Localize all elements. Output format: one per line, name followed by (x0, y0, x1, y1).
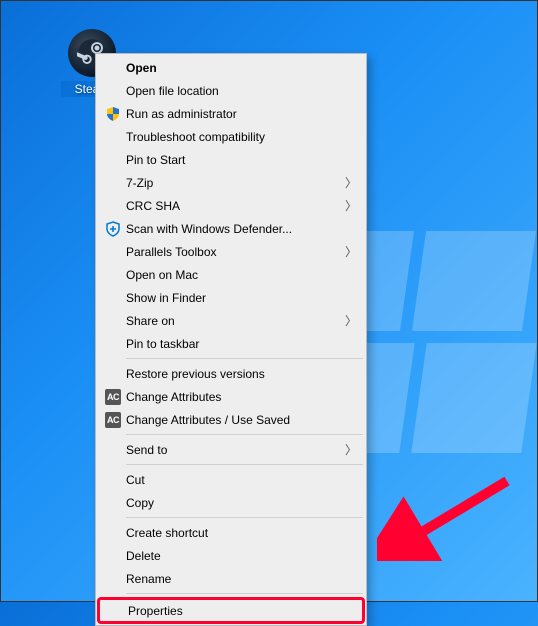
menu-open[interactable]: Open (98, 56, 364, 79)
menu-share-on-label: Share on (124, 314, 344, 328)
menu-share-on[interactable]: Share on 〉 (98, 309, 364, 332)
menu-parallels-label: Parallels Toolbox (124, 245, 344, 259)
menu-separator (126, 464, 363, 465)
menu-scan-defender[interactable]: Scan with Windows Defender... (98, 217, 364, 240)
chevron-right-icon: 〉 (344, 441, 358, 458)
menu-separator (126, 434, 363, 435)
menu-create-shortcut[interactable]: Create shortcut (98, 521, 364, 544)
menu-show-in-finder[interactable]: Show in Finder (98, 286, 364, 309)
menu-delete-label: Delete (124, 549, 358, 563)
context-menu: Open Open file location Run as administr… (95, 53, 367, 626)
menu-create-shortcut-label: Create shortcut (124, 526, 358, 540)
menu-run-admin-label: Run as administrator (124, 107, 358, 121)
chevron-right-icon: 〉 (344, 243, 358, 260)
menu-separator (126, 358, 363, 359)
menu-copy-label: Copy (124, 496, 358, 510)
uac-shield-icon (102, 106, 124, 122)
menu-change-attr-saved-label: Change Attributes / Use Saved (124, 413, 358, 427)
menu-defender-label: Scan with Windows Defender... (124, 222, 358, 236)
menu-troubleshoot-compatibility[interactable]: Troubleshoot compatibility (98, 125, 364, 148)
menu-troubleshoot-label: Troubleshoot compatibility (124, 130, 358, 144)
menu-separator (126, 517, 363, 518)
menu-run-as-administrator[interactable]: Run as administrator (98, 102, 364, 125)
chevron-right-icon: 〉 (344, 197, 358, 214)
menu-change-attr-label: Change Attributes (124, 390, 358, 404)
menu-rename-label: Rename (124, 572, 358, 586)
menu-open-mac-label: Open on Mac (124, 268, 358, 282)
menu-parallels-toolbox[interactable]: Parallels Toolbox 〉 (98, 240, 364, 263)
defender-icon (102, 221, 124, 237)
menu-copy[interactable]: Copy (98, 491, 364, 514)
menu-restore-versions-label: Restore previous versions (124, 367, 358, 381)
annotation-arrow (377, 471, 517, 561)
menu-open-file-location[interactable]: Open file location (98, 79, 364, 102)
menu-properties-label: Properties (126, 604, 356, 618)
menu-crc-sha[interactable]: CRC SHA 〉 (98, 194, 364, 217)
menu-change-attributes-use-saved[interactable]: AC Change Attributes / Use Saved (98, 408, 364, 431)
menu-pin-taskbar-label: Pin to taskbar (124, 337, 358, 351)
menu-separator (126, 593, 363, 594)
menu-crc-sha-label: CRC SHA (124, 199, 344, 213)
menu-send-to[interactable]: Send to 〉 (98, 438, 364, 461)
attribute-changer-icon: AC (102, 389, 124, 405)
menu-pin-start-label: Pin to Start (124, 153, 358, 167)
menu-change-attributes[interactable]: AC Change Attributes (98, 385, 364, 408)
chevron-right-icon: 〉 (344, 174, 358, 191)
menu-pin-to-start[interactable]: Pin to Start (98, 148, 364, 171)
menu-pin-to-taskbar[interactable]: Pin to taskbar (98, 332, 364, 355)
menu-rename[interactable]: Rename (98, 567, 364, 590)
menu-cut-label: Cut (124, 473, 358, 487)
attribute-changer-icon: AC (102, 412, 124, 428)
menu-delete[interactable]: Delete (98, 544, 364, 567)
menu-open-label: Open (124, 61, 358, 75)
menu-cut[interactable]: Cut (98, 468, 364, 491)
menu-7zip-label: 7-Zip (124, 176, 344, 190)
menu-restore-previous-versions[interactable]: Restore previous versions (98, 362, 364, 385)
menu-send-to-label: Send to (124, 443, 344, 457)
menu-properties[interactable]: Properties (97, 597, 365, 624)
menu-open-on-mac[interactable]: Open on Mac (98, 263, 364, 286)
menu-open-location-label: Open file location (124, 84, 358, 98)
menu-show-finder-label: Show in Finder (124, 291, 358, 305)
chevron-right-icon: 〉 (344, 312, 358, 329)
menu-7zip[interactable]: 7-Zip 〉 (98, 171, 364, 194)
